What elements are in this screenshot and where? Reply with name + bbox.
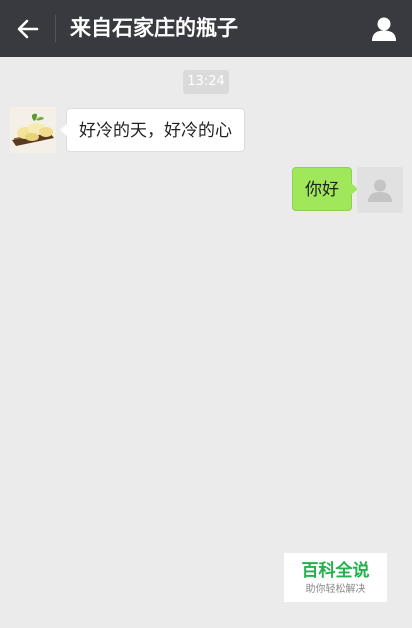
watermark-name: 百科全说 [301, 561, 370, 581]
watermark-tagline: 助你轻松解决 [305, 584, 366, 595]
back-button[interactable] [10, 11, 46, 47]
arrow-left-icon [17, 19, 39, 39]
header-divider [55, 15, 56, 42]
top-bar: 来自石家庄的瓶子 [0, 0, 412, 57]
chat-title: 来自石家庄的瓶子 [70, 16, 238, 40]
person-icon [372, 17, 396, 41]
received-message-bubble[interactable]: 好冷的天，好冷的心 [60, 108, 245, 152]
message-timestamp: 13:24 [183, 70, 229, 94]
sent-message-bubble[interactable]: 你好 [292, 167, 358, 211]
my-avatar[interactable] [357, 167, 403, 213]
contact-avatar[interactable] [10, 107, 56, 153]
food-photo-icon [10, 107, 56, 153]
chat-info-button[interactable] [368, 13, 400, 45]
watermark-logo: 百科全说 助你轻松解决 [284, 553, 387, 602]
default-user-icon [368, 179, 392, 202]
